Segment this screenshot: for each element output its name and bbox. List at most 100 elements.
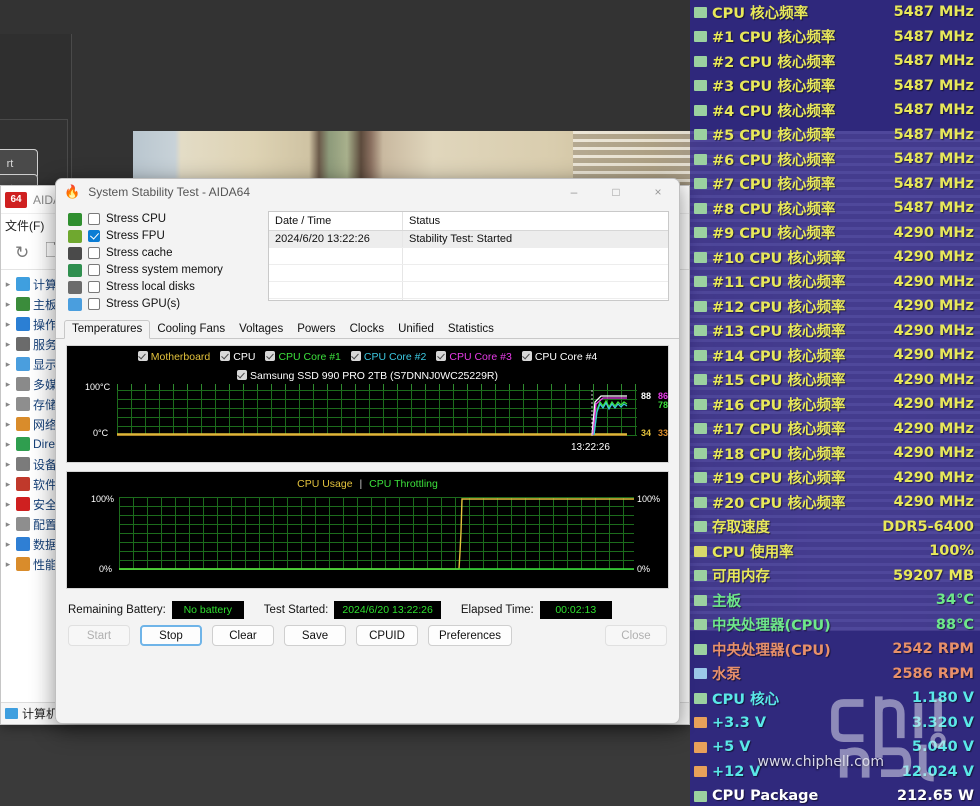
clear-button[interactable]: Clear — [212, 625, 274, 646]
stress-option-0[interactable]: Stress CPU — [68, 211, 268, 227]
log-row[interactable]: 2024/6/20 13:22:26 Stability Test: Starte… — [269, 231, 668, 248]
chevron-right-icon[interactable]: ▸ — [3, 459, 13, 470]
benchmark-icon — [16, 557, 30, 571]
temp-legend-item-4[interactable]: CPU Core #3 — [436, 350, 512, 365]
tab-unified[interactable]: Unified — [391, 321, 441, 338]
tree-item-label: 数据 — [33, 537, 58, 552]
temp-legend-item-5[interactable]: CPU Core #4 — [521, 350, 597, 365]
checkbox[interactable] — [350, 351, 361, 361]
sst-status-row: Remaining Battery: No battery Test Started… — [56, 597, 679, 619]
stress-option-3[interactable]: Stress system memory — [68, 262, 268, 278]
window-controls[interactable]: – □ × — [553, 179, 679, 205]
sensor-value: 5487 MHz — [893, 4, 974, 21]
legend-cpu-throttling[interactable]: CPU Throttling — [369, 478, 438, 490]
checkbox[interactable] — [265, 351, 276, 361]
checkbox[interactable] — [88, 281, 100, 293]
chevron-right-icon[interactable]: ▸ — [3, 279, 13, 290]
checkbox[interactable] — [137, 351, 148, 361]
close-icon[interactable]: × — [637, 179, 679, 205]
chevron-right-icon[interactable]: ▸ — [3, 499, 13, 510]
log-datetime — [269, 265, 403, 281]
stress-options-list[interactable]: Stress CPU Stress FPU Stress cache Stress s… — [68, 211, 268, 313]
stress-option-5[interactable]: Stress GPU(s) — [68, 296, 268, 312]
cpu-usage-graph[interactable]: CPU Usage | CPU Throttling 100% 0% 100% … — [66, 471, 669, 589]
chevron-right-icon[interactable]: ▸ — [3, 339, 13, 350]
sensor-row-15: #15 CPU 核心频率 4290 MHz — [690, 368, 980, 393]
log-datetime — [269, 248, 403, 264]
fpu-icon — [68, 229, 82, 243]
tab-cooling-fans[interactable]: Cooling Fans — [150, 321, 232, 338]
sensor-value: 5487 MHz — [893, 28, 974, 45]
temp-legend-item-3[interactable]: CPU Core #2 — [350, 350, 426, 365]
log-row[interactable] — [269, 299, 668, 300]
cpu-chip-icon — [694, 643, 707, 655]
temperatures-graph[interactable]: Motherboard CPU CPU Core #1 CPU Core #2 CPU … — [66, 345, 669, 463]
refresh-icon[interactable]: ↻ — [15, 243, 29, 263]
sensor-label: #17 CPU 核心频率 — [712, 422, 846, 439]
temp-ytick-bottom: 0°C — [93, 428, 109, 438]
sensor-row-12: #12 CPU 核心频率 4290 MHz — [690, 294, 980, 319]
chevron-right-icon[interactable]: ▸ — [3, 439, 13, 450]
legend-cpu-usage[interactable]: CPU Usage — [297, 478, 352, 490]
preferences-button[interactable]: Preferences — [428, 625, 513, 646]
chevron-right-icon[interactable]: ▸ — [3, 359, 13, 370]
temp-legend-item-2[interactable]: CPU Core #1 — [265, 350, 341, 365]
tab-voltages[interactable]: Voltages — [232, 321, 290, 338]
log-row[interactable] — [269, 265, 668, 282]
temp-legend-item-1[interactable]: CPU — [220, 350, 255, 365]
software-icon — [16, 477, 30, 491]
chevron-right-icon[interactable]: ▸ — [3, 479, 13, 490]
checkbox[interactable] — [88, 247, 100, 259]
stress-option-4[interactable]: Stress local disks — [68, 279, 268, 295]
save-button[interactable]: Save — [284, 625, 346, 646]
sensor-label: #10 CPU 核心频率 — [712, 250, 846, 267]
minimize-icon[interactable]: – — [553, 179, 595, 205]
tab-statistics[interactable]: Statistics — [441, 321, 501, 338]
disk-icon — [68, 280, 82, 294]
log-row[interactable] — [269, 282, 668, 299]
temperatures-legend-row2[interactable]: Samsung SSD 990 PRO 2TB (S7DNNJ0WC25229R… — [67, 365, 668, 384]
sst-tab-bar[interactable]: Temperatures Cooling Fans Voltages Powers Cl… — [56, 319, 679, 339]
cpu-chip-icon — [694, 227, 707, 239]
temp-legend-item-6[interactable]: Samsung SSD 990 PRO 2TB (S7DNNJ0WC25229R… — [236, 369, 498, 384]
chevron-right-icon[interactable]: ▸ — [3, 559, 13, 570]
checkbox[interactable] — [521, 351, 532, 361]
gpu-icon — [68, 297, 82, 311]
chevron-right-icon[interactable]: ▸ — [3, 539, 13, 550]
chevron-right-icon[interactable]: ▸ — [3, 519, 13, 530]
tab-powers[interactable]: Powers — [290, 321, 342, 338]
chevron-right-icon[interactable]: ▸ — [3, 379, 13, 390]
checkbox[interactable] — [436, 351, 447, 361]
chevron-right-icon[interactable]: ▸ — [3, 399, 13, 410]
cpuid-button[interactable]: CPUID — [356, 625, 418, 646]
maximize-icon[interactable]: □ — [595, 179, 637, 205]
stop-button[interactable]: Stop — [140, 625, 202, 646]
stress-option-1[interactable]: Stress FPU — [68, 228, 268, 244]
system-stability-test-dialog[interactable]: 🔥 System Stability Test - AIDA64 – □ × S… — [55, 178, 680, 724]
stress-option-2[interactable]: Stress cache — [68, 245, 268, 261]
sensor-value: 4290 MHz — [893, 347, 974, 364]
tab-clocks[interactable]: Clocks — [343, 321, 392, 338]
checkbox[interactable] — [88, 213, 100, 225]
sensor-value: 100% — [929, 543, 974, 560]
chevron-right-icon[interactable]: ▸ — [3, 419, 13, 430]
stability-log-table[interactable]: Date / Time Status 2024/6/20 13:22:26 Sta… — [268, 211, 669, 301]
temperatures-legend-row1[interactable]: Motherboard CPU CPU Core #1 CPU Core #2 CPU … — [67, 346, 668, 365]
sensor-value: 3.320 V — [911, 714, 974, 731]
sensor-row-32: CPU Package 212.65 W — [690, 784, 980, 806]
cpu-chip-icon — [694, 790, 707, 802]
sensor-value: 2586 RPM — [892, 665, 974, 682]
checkbox[interactable] — [88, 264, 100, 276]
chevron-right-icon[interactable]: ▸ — [3, 299, 13, 310]
log-row[interactable] — [269, 248, 668, 265]
sensor-label: #19 CPU 核心频率 — [712, 471, 846, 488]
menu-item-file[interactable]: 文件(F) — [5, 217, 44, 234]
checkbox[interactable] — [236, 370, 247, 380]
chevron-right-icon[interactable]: ▸ — [3, 319, 13, 330]
checkbox[interactable] — [88, 230, 100, 242]
temp-legend-item-0[interactable]: Motherboard — [137, 350, 210, 365]
tab-temperatures[interactable]: Temperatures — [64, 320, 151, 339]
checkbox[interactable] — [220, 351, 231, 361]
sst-button-row[interactable]: Start Stop Clear Save CPUID Preferences Close — [56, 619, 679, 646]
checkbox[interactable] — [88, 298, 100, 310]
